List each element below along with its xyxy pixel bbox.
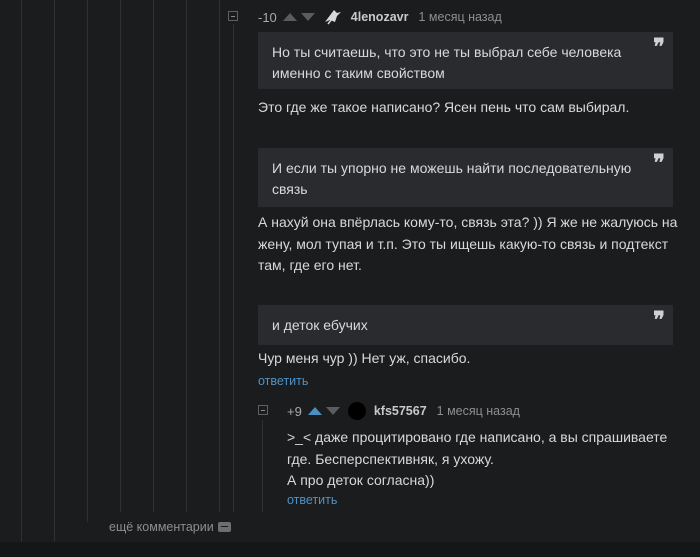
avatar-bird-icon[interactable] [323,8,343,26]
comments-icon [217,522,231,532]
comment-line: >_< даже процитировано где написано, а в… [287,429,668,445]
comment-text: А нахуй она впёрлась кому-то, связь эта?… [258,214,678,273]
quote-block: И если ты упорно не можешь найти последо… [258,148,673,207]
comment-date[interactable]: 1 месяц назад [437,404,520,418]
thread-line [219,0,220,512]
quote-icon: ❞ [653,150,665,176]
collapse-toggle[interactable] [258,405,268,415]
quote-block: Но ты считаешь, что это не ты выбрал себ… [258,32,673,89]
comment-text: Это где же такое написано? Ясен пень что… [258,99,630,115]
thread-line [54,0,55,542]
username[interactable]: 4lenozavr [351,10,409,24]
comment-line: где. Бесперспективняк, я ухожу. [287,450,494,467]
comment-text: Чур меня чур )) Нет уж, спасибо. [258,350,471,366]
quote-text: и деток ебучих [272,317,368,333]
more-comments-link[interactable]: ещё комментарии [109,520,231,534]
thread-line [186,0,187,512]
upvote-icon[interactable] [307,407,322,415]
quote-icon: ❞ [653,34,665,60]
downvote-icon[interactable] [300,13,315,21]
quote-text: И если ты упорно не можешь найти последо… [272,160,632,197]
rating-value: +9 [287,403,302,419]
thread-line [21,0,22,542]
rating-value: -10 [258,9,277,25]
thread-line [153,0,154,512]
comment-text: >_< даже процитировано где написано, а в… [287,427,692,492]
comment-date[interactable]: 1 месяц назад [418,10,501,24]
quote-text: Но ты считаешь, что это не ты выбрал себ… [272,44,622,81]
downvote-icon[interactable] [325,407,340,415]
more-comments-label: ещё комментарии [109,520,214,534]
reply-link[interactable]: ответить [287,493,337,507]
comment-header: +9 kfs57567 1 месяц назад [287,402,520,420]
reply-link[interactable]: ответить [258,374,308,388]
comment-line: А про деток согласна)) [287,472,435,488]
thread-line [262,420,263,512]
thread-line [233,24,234,512]
quote-icon: ❞ [653,307,665,333]
comment-header: -10 4lenozavr 1 месяц назад [258,8,502,26]
quote-block: и деток ебучих ❞ [258,305,673,345]
username[interactable]: kfs57567 [374,404,427,418]
thread-line [87,0,88,522]
upvote-icon[interactable] [282,13,297,21]
avatar[interactable] [347,402,366,420]
footer-band [0,542,700,557]
thread-line [120,0,121,512]
collapse-toggle[interactable] [228,11,238,21]
